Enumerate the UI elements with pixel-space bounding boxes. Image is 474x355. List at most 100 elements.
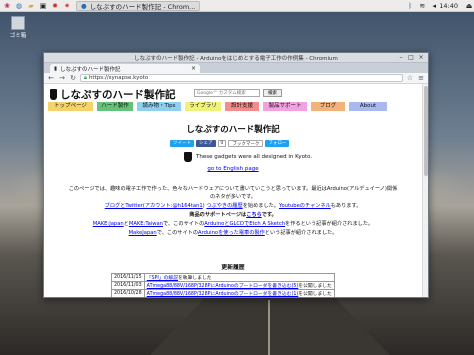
browser-tab[interactable]: ▮ しなぷすのハード製作記 × [50,64,200,73]
intro-line-3: ブログとTwitter(アカウント:@h164tan1) つぶやきの履歴を始めま… [44,202,422,209]
kyoto-note: These gadgets were all designed in Kyoto… [184,152,312,162]
nav-item[interactable]: トップページ [48,102,93,111]
make2-text: で、このサイトの [156,230,199,236]
intro-line-1: このページでは、趣味の電子工作で作った、色々なハードウェアについて書いていこうと… [68,186,398,192]
nav-item[interactable]: 読み物・Tips [137,102,181,111]
history-link[interactable]: 「SPI」の解説 [147,276,178,281]
trash-label: ゴミ箱 [9,33,27,39]
english-page-link: go to English page [44,166,422,172]
site-logo[interactable]: しなぷすのハード製作記 [50,87,176,102]
address-bar[interactable]: 🔒︎ https://synapse.kyoto [80,74,403,82]
twitter-account-link[interactable]: @h164tan1 [172,203,202,209]
wolfram-icon[interactable]: ✹ [50,1,60,11]
intro-text: を始めました。 [242,203,280,209]
history-entry: ATmega88/88V/168P/328PにArduinoのブートローダを書き… [143,289,335,297]
raspberry-menu-icon[interactable]: ❀ [2,1,12,11]
makejapan-link[interactable]: MakeJapan [129,230,157,236]
make-line: MAKE:JapanとMAKE:Taiwanで、このサイトのArduinoとGL… [44,220,422,227]
nav-item[interactable]: ブログ [311,102,345,111]
support-text: 商品のサポートページは [189,212,247,218]
tweet-button[interactable]: ツイート [170,140,194,147]
history-link[interactable]: ATmega88/88V/168P/328PにArduinoのブートローダを書き… [147,292,299,297]
reload-icon[interactable]: ↻ [69,74,77,82]
history-entry: ATmega88/88V/168P/328PにArduinoのブートローダを書き… [143,281,335,290]
page-scrollbar[interactable] [422,84,428,297]
forward-icon[interactable]: → [58,74,66,82]
clock[interactable]: 14:40 [439,2,458,10]
intro-line-2: のネタが多いです。 [209,194,256,200]
history-link[interactable]: ATmega88/88V/168P/328PにArduinoのブートローダを書き… [147,284,299,289]
youtube-channel-link[interactable]: Youtubeのチャンネル [279,203,331,209]
make2-text: という記事が紹介されました。 [264,230,338,236]
nav-item[interactable]: ライブラリ [185,102,221,111]
star-icon[interactable]: ☆ [406,74,414,82]
nav-item[interactable]: ハード製作 [97,102,133,111]
nav-item[interactable]: 設計支援 [225,102,259,111]
share-buttons: ツイート シェア 0 ブックマーク フォロー [170,140,290,147]
taskbar-button-label: しなぷすのハード製作記 - Chrom... [89,2,196,11]
site-search-button[interactable]: 検索 [263,89,282,97]
tab-close-icon[interactable]: × [191,65,196,72]
kyoto-mark-icon [184,152,192,162]
chromium-icon: ● [81,1,87,10]
browser-menu-icon[interactable]: ≡ [417,74,425,82]
bluetooth-icon[interactable]: ᛒ [405,1,415,11]
intro-text: ) [202,203,205,209]
minimize-icon[interactable]: – [397,54,405,61]
history-date: 2016/11/03 [111,281,145,290]
nav-item[interactable]: 製品サポート [263,102,307,111]
browser-toolbar: ← → ↻ 🔒︎ https://synapse.kyoto ☆ ≡ [44,73,428,84]
eject-icon[interactable]: ⏏ [464,1,474,11]
site-search: Google™ カスタム検索 検索 [194,89,282,97]
blog-link[interactable]: ブログとTwitter(アカウント: [105,203,173,209]
browser-window: しなぷすのハード製作記 - Arduinoをはじめとする電子工作の作例集 - C… [43,52,429,298]
web-page: しなぷすのハード製作記 Google™ カスタム検索 検索 トップページ ハード製… [44,84,422,297]
support-text: です。 [261,212,277,218]
top-panel: ❀ ◍ ▰ ▣ ✹ ✷ ● しなぷすのハード製作記 - Chrom... ᛒ ≋… [0,0,474,12]
english-page-link-text[interactable]: go to English page [207,166,258,172]
history-text: を公開しました [298,292,332,297]
site-search-input[interactable]: Google™ カスタム検索 [194,89,260,97]
window-controls: – □ × [397,54,425,61]
history-table: 2016/11/15 「SPI」の解説を執筆しました 2016/11/03 ATmeg… [111,273,335,297]
scrollbar-thumb[interactable] [424,86,428,176]
history-text: を公開しました [298,284,332,289]
facebook-share-button[interactable]: シェア [196,140,216,147]
make-taiwan-link[interactable]: MAKE:Taiwan [129,221,163,227]
history-entry: 「SPI」の解説を執筆しました [143,273,335,282]
close-icon[interactable]: × [417,54,425,61]
history-text: を執筆しました [178,276,212,281]
history-date: 2016/11/15 [111,273,145,282]
page-title: しなぷすのハード製作記 [186,125,280,135]
etch-a-sketch-link[interactable]: ArduinoとGLCDでEtch A Sketch [204,221,285,227]
support-line: 商品のサポートページはこちらです。 [44,211,422,218]
tab-strip: ▮ しなぷすのハード製作記 × [44,63,428,73]
terminal-icon[interactable]: ▣ [38,1,48,11]
make-japan-link[interactable]: MAKE:Japan [93,221,124,227]
taskbar-chromium-button[interactable]: ● しなぷすのハード製作記 - Chrom... [76,0,201,11]
train-article-link[interactable]: Arduinoを使った電車の製作 [198,230,265,236]
maximize-icon[interactable]: □ [407,54,415,61]
tweet-history-link[interactable]: つぶやきの履歴 [206,203,242,209]
support-link[interactable]: こちら [246,212,261,218]
history-row: 2016/10/28 ATmega88/88V/168P/328PにArduino… [111,289,335,297]
site-logo-mark-icon [50,89,57,100]
nav-item[interactable]: About [349,102,387,111]
wifi-icon[interactable]: ≋ [417,1,427,11]
follow-button[interactable]: フォロー [265,140,290,147]
desktop-trash[interactable]: ゴミ箱 [7,16,29,39]
history-row: 2016/11/15 「SPI」の解説を執筆しました [111,273,335,282]
globe-icon[interactable]: ◍ [14,1,24,11]
mathematica-icon[interactable]: ✷ [62,1,72,11]
history-title: 更新履歴 [221,265,245,271]
hatena-bookmark-button[interactable]: ブックマーク [228,140,264,147]
folder-icon[interactable]: ▰ [26,1,36,11]
back-icon[interactable]: ← [47,74,55,82]
history-date: 2016/10/28 [111,289,145,297]
share-count: 0 [217,140,227,147]
desktop-wallpaper-road-line [268,300,270,355]
favicon-icon: ▮ [54,65,58,72]
volume-icon[interactable]: ◂ [429,1,439,11]
window-titlebar[interactable]: しなぷすのハード製作記 - Arduinoをはじめとする電子工作の作例集 - C… [44,53,428,63]
make2-line: MakeJapanで、このサイトのArduinoを使った電車の製作という記事が紹… [44,229,422,236]
